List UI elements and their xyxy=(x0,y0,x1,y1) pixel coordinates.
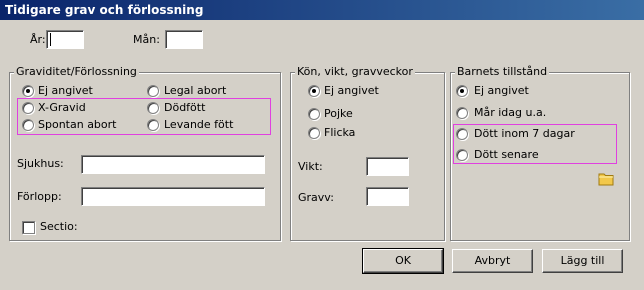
ok-button-label: OK xyxy=(395,254,411,267)
radio-levande-fott[interactable] xyxy=(147,119,159,131)
radio-label: Ej angivet xyxy=(324,84,379,97)
radio-dott-senare[interactable] xyxy=(456,149,468,161)
radio-label: Dött inom 7 dagar xyxy=(474,127,575,140)
radio-label: X-Gravid xyxy=(38,101,86,114)
gravv-label: Gravv: xyxy=(298,191,334,204)
add-button-label: Lägg till xyxy=(560,254,605,267)
radio-label: Dödfött xyxy=(164,101,206,114)
weight-field[interactable] xyxy=(366,157,409,176)
pregnancy-group-title: Graviditet/Förlossning xyxy=(14,65,139,79)
sectio-checkbox[interactable] xyxy=(22,221,35,234)
radio-x-gravid[interactable] xyxy=(22,102,34,114)
month-label: Mån: xyxy=(133,33,160,46)
radio-label: Flicka xyxy=(324,126,356,139)
radio-label: Pojke xyxy=(324,107,353,120)
radio-legal-abort[interactable] xyxy=(147,85,159,97)
year-field[interactable] xyxy=(46,30,84,49)
radio-label: Levande fött xyxy=(164,118,234,131)
cancel-button[interactable]: Avbryt xyxy=(452,249,533,273)
radio-dott-inom-7-dagar[interactable] xyxy=(456,128,468,140)
month-field[interactable] xyxy=(165,30,203,49)
hospital-field[interactable] xyxy=(81,155,265,174)
radio-dodfott[interactable] xyxy=(147,102,159,114)
radio-label: Mår idag u.a. xyxy=(474,106,547,119)
radio-label: Ej angivet xyxy=(474,84,529,97)
folder-icon[interactable] xyxy=(598,172,614,186)
ok-button[interactable]: OK xyxy=(362,248,444,274)
hospital-label: Sjukhus: xyxy=(17,157,64,170)
course-label: Förlopp: xyxy=(17,190,62,203)
sectio-label: Sectio: xyxy=(40,220,78,233)
radio-ej-angivet-pregnancy[interactable] xyxy=(22,85,34,97)
add-button[interactable]: Lägg till xyxy=(542,249,623,273)
window-title: Tidigare grav och förlossning xyxy=(0,0,644,20)
course-field[interactable] xyxy=(81,187,265,206)
radio-spontan-abort[interactable] xyxy=(22,119,34,131)
radio-pojke[interactable] xyxy=(308,108,320,120)
cancel-button-label: Avbryt xyxy=(474,254,511,267)
radio-label: Dött senare xyxy=(474,148,539,161)
gravv-field[interactable] xyxy=(366,187,409,206)
radio-mar-idag[interactable] xyxy=(456,107,468,119)
weight-label: Vikt: xyxy=(298,160,323,173)
year-label: År: xyxy=(30,33,46,46)
radio-label: Spontan abort xyxy=(38,118,117,131)
radio-flicka[interactable] xyxy=(308,127,320,139)
radio-label: Ej angivet xyxy=(38,84,93,97)
radio-ej-angivet-child[interactable] xyxy=(456,85,468,97)
radio-label: Legal abort xyxy=(164,84,227,97)
sex-weight-group-title: Kön, vikt, gravveckor xyxy=(295,65,415,79)
radio-ej-angivet-sex[interactable] xyxy=(308,85,320,97)
child-status-group-title: Barnets tillstånd xyxy=(455,65,550,79)
